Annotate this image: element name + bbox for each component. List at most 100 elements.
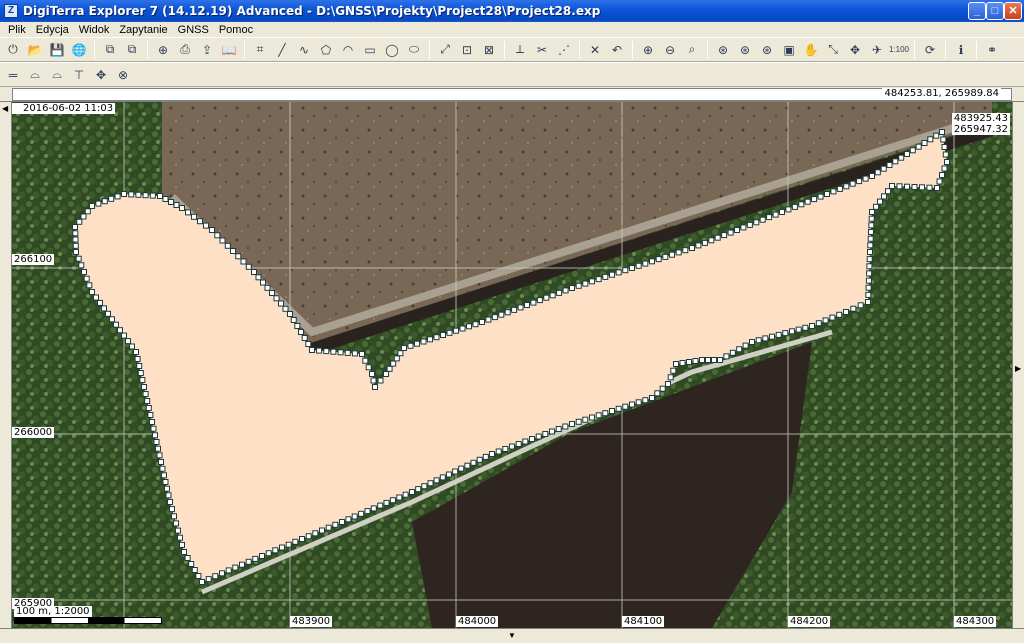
- menu-gnss[interactable]: GNSS: [173, 24, 214, 36]
- vertex-marker[interactable]: [252, 555, 259, 562]
- vertex-marker[interactable]: [185, 209, 191, 216]
- ruler-icon[interactable]: ═: [3, 65, 23, 85]
- vertex-marker[interactable]: [753, 219, 760, 226]
- vertex-marker[interactable]: [75, 255, 82, 262]
- vertex-marker[interactable]: [734, 227, 740, 233]
- vertex-marker[interactable]: [195, 573, 202, 579]
- vertex-marker[interactable]: [865, 299, 871, 305]
- vertex-marker[interactable]: [161, 472, 167, 479]
- vertex-marker[interactable]: [866, 263, 873, 270]
- vertex-marker[interactable]: [495, 448, 502, 455]
- vertex-marker[interactable]: [84, 208, 91, 215]
- vertex-marker[interactable]: [939, 172, 945, 178]
- vertex-marker[interactable]: [886, 162, 893, 168]
- vertex-marker[interactable]: [649, 395, 655, 401]
- navigate-icon[interactable]: ✥: [91, 65, 111, 85]
- vertex-marker[interactable]: [239, 561, 245, 568]
- vertex-marker[interactable]: [370, 505, 377, 512]
- vertex-marker[interactable]: [232, 564, 239, 571]
- vertex-marker[interactable]: [476, 456, 483, 463]
- vertex-marker[interactable]: [72, 224, 78, 230]
- menu-edycja[interactable]: Edycja: [31, 24, 74, 36]
- vertex-marker[interactable]: [459, 325, 466, 332]
- vertex-marker[interactable]: [622, 403, 629, 410]
- vertex-marker[interactable]: [173, 202, 180, 208]
- vertex-marker[interactable]: [798, 201, 805, 208]
- vertex-marker[interactable]: [80, 213, 87, 220]
- vertex-marker[interactable]: [865, 284, 872, 291]
- polygon-icon[interactable]: ⬠: [316, 40, 336, 60]
- layers-edit-icon[interactable]: ⧉: [122, 40, 142, 60]
- vertex-marker[interactable]: [409, 489, 415, 495]
- vertex-marker[interactable]: [393, 355, 400, 362]
- vertex-marker[interactable]: [440, 332, 446, 338]
- info-icon[interactable]: ℹ: [951, 40, 971, 60]
- vertex-marker[interactable]: [782, 330, 789, 337]
- vertex-marker[interactable]: [766, 214, 773, 221]
- undo-icon[interactable]: ↶: [607, 40, 627, 60]
- vertex-marker[interactable]: [940, 136, 947, 143]
- vertex-marker[interactable]: [695, 242, 702, 249]
- vertex-marker[interactable]: [775, 331, 782, 338]
- vertex-marker[interactable]: [868, 222, 875, 229]
- zoom-select-icon[interactable]: ⌕: [682, 40, 702, 60]
- vertex-marker[interactable]: [134, 356, 141, 362]
- vertex-marker[interactable]: [762, 335, 769, 342]
- vertex-marker[interactable]: [843, 183, 850, 190]
- vertex-marker[interactable]: [746, 221, 753, 228]
- vertex-marker[interactable]: [282, 305, 289, 312]
- vertex-marker[interactable]: [364, 508, 371, 515]
- menu-pomoc[interactable]: Pomoc: [214, 24, 258, 36]
- vertex-marker[interactable]: [325, 524, 332, 531]
- vertex-marker[interactable]: [849, 180, 856, 187]
- curve-polygon-icon[interactable]: ◠: [338, 40, 358, 60]
- vertex-marker[interactable]: [86, 282, 93, 289]
- vertex-marker[interactable]: [670, 367, 677, 374]
- vertex-marker[interactable]: [414, 340, 420, 347]
- vertex-marker[interactable]: [609, 271, 615, 278]
- vertex-marker[interactable]: [692, 358, 699, 364]
- vertex-marker[interactable]: [76, 218, 83, 225]
- vertex-marker[interactable]: [305, 341, 312, 347]
- vertex-marker[interactable]: [135, 191, 142, 198]
- book-icon[interactable]: 📖: [219, 40, 239, 60]
- vertex-marker[interactable]: [772, 211, 779, 218]
- vertex-marker[interactable]: [575, 282, 582, 289]
- vertex-marker[interactable]: [81, 269, 87, 275]
- vertex-marker[interactable]: [113, 321, 119, 328]
- vertex-marker[interactable]: [549, 428, 555, 435]
- vertex-marker[interactable]: [549, 292, 556, 299]
- vertex-marker[interactable]: [589, 278, 595, 285]
- vertex-marker[interactable]: [898, 154, 905, 161]
- vertex-marker[interactable]: [445, 471, 452, 478]
- open-icon[interactable]: 📂: [25, 40, 45, 60]
- vertex-marker[interactable]: [609, 408, 615, 414]
- vertex-marker[interactable]: [162, 479, 169, 485]
- vertex-marker[interactable]: [203, 222, 209, 229]
- vertex-marker[interactable]: [214, 232, 221, 239]
- left-arrow-icon[interactable]: ◀: [2, 104, 8, 113]
- bottom-ruler[interactable]: ▼: [0, 628, 1024, 643]
- vertex-marker[interactable]: [121, 332, 127, 339]
- vertex-marker[interactable]: [287, 311, 293, 317]
- vertex-marker[interactable]: [298, 329, 304, 335]
- vertex-marker[interactable]: [868, 229, 874, 235]
- vertex-marker[interactable]: [649, 258, 655, 265]
- vertex-marker[interactable]: [212, 573, 219, 580]
- vertex-marker[interactable]: [522, 438, 529, 445]
- vertex-marker[interactable]: [867, 242, 874, 249]
- vertex-marker[interactable]: [904, 183, 910, 190]
- vertex-marker[interactable]: [269, 290, 275, 296]
- vertex-marker[interactable]: [615, 405, 622, 412]
- vertex-marker[interactable]: [235, 253, 242, 260]
- vertex-marker[interactable]: [164, 485, 170, 492]
- vertex-marker[interactable]: [351, 350, 358, 357]
- vertex-marker[interactable]: [359, 351, 365, 357]
- cut-icon[interactable]: ✂: [532, 40, 552, 60]
- vertex-marker[interactable]: [179, 205, 185, 211]
- vertex-marker[interactable]: [530, 299, 537, 306]
- vertex-marker[interactable]: [260, 279, 266, 286]
- vertex-marker[interactable]: [305, 533, 312, 540]
- save-icon[interactable]: 💾: [47, 40, 67, 60]
- vertex-marker[interactable]: [524, 302, 530, 308]
